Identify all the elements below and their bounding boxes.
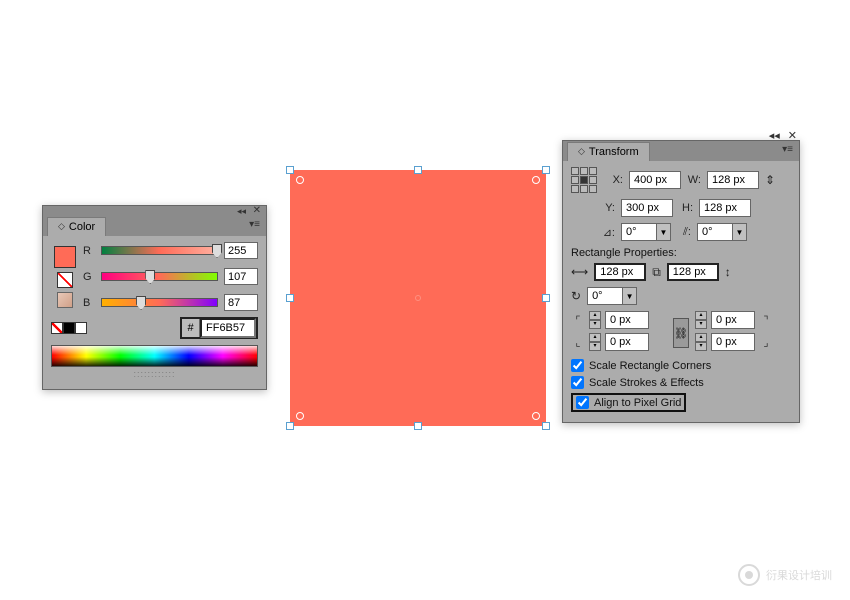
stepper[interactable]: ▴▾	[695, 311, 707, 329]
corner-radius-handle-icon[interactable]	[296, 412, 304, 420]
height-icon: ↕	[725, 265, 731, 279]
selection-handle[interactable]	[542, 294, 550, 302]
x-label: X:	[609, 174, 623, 186]
y-label: Y:	[601, 202, 615, 214]
channel-b-label: B	[83, 297, 95, 309]
tab-label: Color	[69, 221, 95, 233]
panel-titlebar[interactable]: ◂◂ ✕	[43, 206, 266, 216]
panel-tabs: ◇ Transform ▾≡	[563, 141, 799, 161]
shear-label: ⫽:	[677, 226, 691, 239]
watermark-text: 衍果设计培训	[766, 567, 832, 583]
tab-transform[interactable]: ◇ Transform	[567, 142, 650, 161]
channel-b-slider[interactable]	[101, 298, 218, 307]
stepper[interactable]: ▴▾	[695, 333, 707, 351]
w-label: W:	[687, 174, 701, 186]
panel-menu-icon[interactable]: ▾≡	[782, 144, 793, 155]
panel-menu-icon[interactable]: ▾≡	[249, 219, 260, 230]
channel-r-slider[interactable]	[101, 246, 218, 255]
panel-resize-grip-icon[interactable]: ::::::::::::	[51, 367, 258, 379]
rotate-dropdown[interactable]: ▼	[621, 223, 671, 241]
selection-handle[interactable]	[286, 422, 294, 430]
align-to-pixel-grid-checkbox[interactable]: Align to Pixel Grid	[571, 393, 686, 412]
chevron-down-icon[interactable]: ▼	[733, 223, 747, 241]
rectangle-properties-label: Rectangle Properties:	[571, 247, 791, 259]
stepper[interactable]: ▴▾	[589, 333, 601, 351]
selection-handle[interactable]	[542, 166, 550, 174]
reference-point-grid[interactable]	[571, 167, 597, 193]
tab-color[interactable]: ◇ Color	[47, 217, 106, 236]
channel-g-slider[interactable]	[101, 272, 218, 281]
corner-bl-input[interactable]	[605, 333, 649, 351]
tab-expand-icon: ◇	[58, 221, 65, 232]
slider-thumb-icon[interactable]	[145, 270, 155, 284]
selection-center-icon	[415, 295, 421, 301]
color-spectrum[interactable]	[51, 345, 258, 367]
transform-panel: ◂◂ ✕ ◇ Transform ▾≡ X: W: ⇕ Y: H: ⊿:	[562, 140, 800, 423]
chevron-down-icon[interactable]: ▼	[657, 223, 671, 241]
rotate-label: ⊿:	[601, 226, 615, 239]
color-panel: ◂◂ ✕ ◇ Color ▾≡ R G	[42, 205, 267, 390]
tab-label: Transform	[589, 146, 639, 158]
link-corners-button[interactable]: ⛓	[673, 318, 689, 348]
channel-r-input[interactable]	[224, 242, 258, 259]
slider-thumb-icon[interactable]	[212, 244, 222, 258]
chevron-down-icon[interactable]: ▼	[623, 287, 637, 305]
none-black-white-swatch[interactable]	[51, 322, 87, 334]
scale-strokes-effects-checkbox[interactable]: Scale Strokes & Effects	[571, 376, 791, 389]
corner-br-icon: ⌟	[759, 335, 773, 349]
slider-thumb-icon[interactable]	[136, 296, 146, 310]
y-input[interactable]	[621, 199, 673, 217]
h-label: H:	[679, 202, 693, 214]
tab-expand-icon: ◇	[578, 146, 585, 157]
corner-angle-dropdown[interactable]: ▼	[587, 287, 637, 305]
corner-radius-handle-icon[interactable]	[532, 412, 540, 420]
corner-bl-icon: ⌞	[571, 335, 585, 349]
stepper[interactable]: ▴▾	[589, 311, 601, 329]
selection-handle[interactable]	[286, 294, 294, 302]
channel-g-label: G	[83, 271, 95, 283]
channel-r-label: R	[83, 245, 95, 257]
channel-g-input[interactable]	[224, 268, 258, 285]
fill-color-swatch[interactable]	[54, 246, 76, 268]
link-wh-icon[interactable]: ⧉	[652, 265, 661, 280]
rotate-icon: ↻	[571, 289, 581, 303]
cube-3d-swatch-icon[interactable]	[57, 292, 73, 308]
corner-tr-icon: ⌝	[759, 313, 773, 327]
corner-radius-handle-icon[interactable]	[296, 176, 304, 184]
rect-height-input[interactable]	[667, 263, 719, 281]
selection-handle[interactable]	[414, 422, 422, 430]
hex-input[interactable]	[200, 318, 256, 338]
shear-dropdown[interactable]: ▼	[697, 223, 747, 241]
width-icon: ⟷	[571, 265, 588, 279]
canvas-selected-rectangle[interactable]	[290, 170, 546, 426]
corner-tl-input[interactable]	[605, 311, 649, 329]
watermark: 衍果设计培训	[738, 564, 832, 586]
constrain-proportions-icon[interactable]: ⇕	[765, 173, 775, 187]
h-input[interactable]	[699, 199, 751, 217]
w-input[interactable]	[707, 171, 759, 189]
selection-handle[interactable]	[286, 166, 294, 174]
selection-handle[interactable]	[414, 166, 422, 174]
panel-close-icon[interactable]: ✕	[253, 205, 261, 216]
corner-br-input[interactable]	[711, 333, 755, 351]
hex-prefix-label: #	[182, 319, 200, 337]
corner-tl-icon: ⌜	[571, 313, 585, 327]
panel-tabs: ◇ Color ▾≡	[43, 216, 266, 236]
x-input[interactable]	[629, 171, 681, 189]
watermark-logo-icon	[738, 564, 760, 586]
scale-rectangle-corners-checkbox[interactable]: Scale Rectangle Corners	[571, 359, 791, 372]
corner-radius-handle-icon[interactable]	[532, 176, 540, 184]
channel-b-input[interactable]	[224, 294, 258, 311]
rect-width-input[interactable]	[594, 263, 646, 281]
no-color-swatch[interactable]	[57, 272, 73, 288]
corner-tr-input[interactable]	[711, 311, 755, 329]
selection-handle[interactable]	[542, 422, 550, 430]
